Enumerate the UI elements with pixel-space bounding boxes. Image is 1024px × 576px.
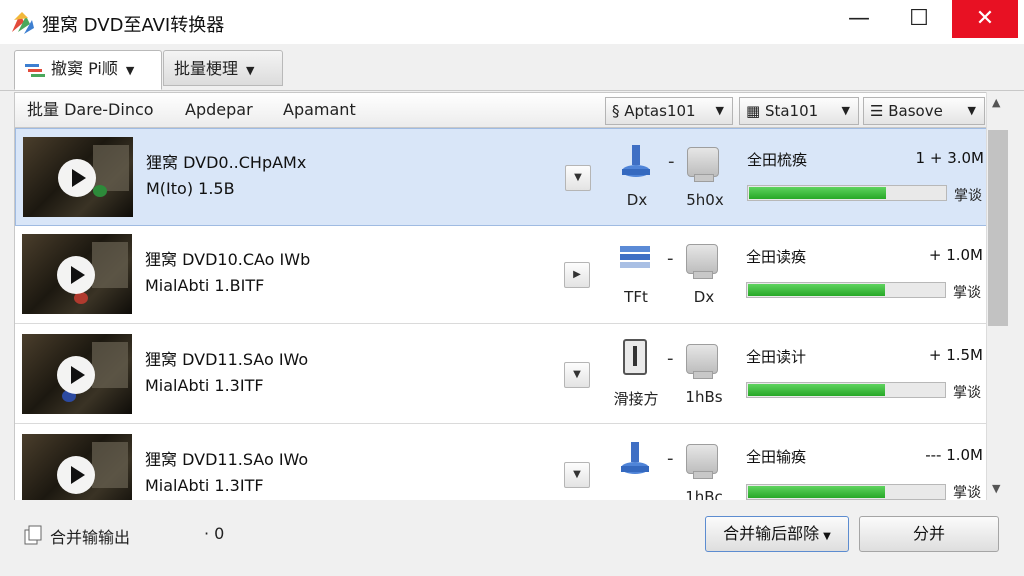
file-meta: MialAbti 1.BITF: [145, 276, 265, 295]
toolbar: 批量 Dare-Dinco Apdepar Apamant § Aptas101…: [14, 92, 1010, 128]
play-icon[interactable]: [58, 159, 96, 197]
progress-bar: [747, 185, 947, 201]
app-logo-icon: [12, 12, 34, 34]
import-icon: [25, 63, 45, 77]
tab-import[interactable]: 撤窦 Pi顺 ▼: [14, 50, 162, 90]
format-dropdown-value: Sta101: [764, 102, 819, 120]
video-thumbnail[interactable]: [22, 234, 132, 314]
profile-dropdown[interactable]: § Aptas101 ▼: [605, 97, 733, 125]
progress-bar: [746, 382, 946, 398]
tab-batch[interactable]: 批量梗理 ▼: [163, 50, 283, 86]
list-item[interactable]: 狸窝 DVD11.SAo IWo MialAbti 1.3ITF ▼ - 1hB…: [15, 426, 987, 500]
arrow-separator: -: [667, 448, 674, 469]
expand-button[interactable]: ▼: [564, 362, 590, 388]
striped-drive-icon: [620, 246, 650, 268]
split-button[interactable]: 分并: [859, 516, 999, 552]
merge-output-button-label: 合并输后部除: [723, 524, 820, 543]
grid-icon: ▦: [746, 102, 765, 120]
list-item[interactable]: 狸窝 DVD11.SAo IWo MialAbti 1.3ITF ▼ - 滑接方…: [15, 326, 987, 424]
list-item[interactable]: 狸窝 DVD0..CHpAMx M(Ito) 1.5B ▼ - Dx 5h0x …: [15, 128, 987, 226]
video-thumbnail[interactable]: [23, 137, 133, 217]
merge-output-label: 合并输输出: [50, 528, 131, 547]
destination-label: 5h0x: [686, 191, 724, 209]
phone-device-icon: [623, 339, 647, 375]
file-size: 1 + 3.0M: [915, 149, 984, 167]
merge-count: · 0: [204, 524, 225, 543]
output-device-icon: [687, 147, 719, 182]
expand-button[interactable]: ▼: [565, 165, 591, 191]
tab-import-label: 撤窦 Pi顺: [51, 59, 118, 78]
destination-label: Dx: [693, 288, 715, 306]
profile-dropdown-value: § Aptas101: [612, 102, 696, 120]
toolbar-apdepar-item[interactable]: Apdepar: [185, 93, 253, 127]
output-device-icon: [686, 244, 718, 279]
source-label: 滑接方: [613, 390, 659, 408]
file-list: 狸窝 DVD0..CHpAMx M(Ito) 1.5B ▼ - Dx 5h0x …: [14, 128, 987, 500]
file-size: + 1.5M: [928, 346, 983, 364]
chevron-down-icon: ▼: [246, 64, 255, 77]
stat-label: 掌谈: [953, 385, 981, 401]
title-bar: 狸窝 DVD至AVI转换器 — ☐ ✕: [0, 0, 1024, 44]
arrow-separator: -: [667, 348, 674, 369]
play-icon[interactable]: [57, 256, 95, 294]
stat-label: 掌谈: [953, 285, 981, 301]
maximize-button[interactable]: ☐: [896, 0, 942, 38]
file-size: + 1.0M: [928, 246, 983, 264]
file-name: 狸窝 DVD11.SAo IWo: [145, 350, 309, 369]
tab-bar: 撤窦 Pi顺 ▼ 批量梗理 ▼: [0, 44, 1024, 91]
expand-button[interactable]: ▶: [564, 262, 590, 288]
arrow-separator: -: [667, 248, 674, 269]
list-item[interactable]: 狸窝 DVD10.CAo IWb MialAbti 1.BITF ▶ - TFt…: [15, 226, 987, 324]
stat-label: 掌谈: [954, 188, 982, 204]
video-thumbnail[interactable]: [22, 334, 132, 414]
output-device-icon: [686, 444, 718, 479]
chevron-down-icon: ▼: [967, 104, 976, 117]
blue-drive-icon: [622, 145, 650, 177]
merge-file-icon[interactable]: [22, 524, 44, 546]
toolbar-batch-item[interactable]: 批量 Dare-Dinco: [27, 93, 154, 127]
file-meta: MialAbti 1.3ITF: [145, 476, 264, 495]
arrow-separator: -: [668, 151, 675, 172]
chevron-down-icon: ▼: [841, 104, 850, 117]
status-text: 全田输痪: [746, 448, 807, 466]
list-icon: ☰: [870, 102, 889, 120]
quality-dropdown-value: Basove: [888, 102, 943, 120]
window-title: 狸窝 DVD至AVI转换器: [42, 15, 225, 36]
chevron-down-icon: ▼: [823, 531, 831, 542]
scroll-up-icon[interactable]: ▲: [992, 96, 1000, 109]
expand-button[interactable]: ▼: [564, 462, 590, 488]
play-icon[interactable]: [57, 356, 95, 394]
status-text: 全田读计: [746, 348, 807, 366]
chevron-down-icon: ▼: [715, 104, 724, 117]
scrollbar-thumb[interactable]: [988, 130, 1008, 326]
close-button[interactable]: ✕: [952, 0, 1018, 38]
file-name: 狸窝 DVD11.SAo IWo: [145, 450, 309, 469]
destination-label: 1hBc: [685, 488, 723, 500]
output-device-icon: [686, 344, 718, 379]
format-dropdown[interactable]: ▦ Sta101 ▼: [739, 97, 859, 125]
source-label: Dx: [626, 191, 648, 209]
file-name: 狸窝 DVD10.CAo IWb: [145, 250, 311, 269]
progress-bar: [746, 282, 946, 298]
merge-output-button[interactable]: 合并输后部除 ▼: [705, 516, 849, 552]
file-name: 狸窝 DVD0..CHpAMx: [146, 153, 307, 172]
video-thumbnail[interactable]: [22, 434, 132, 500]
stat-label: 掌谈: [953, 485, 981, 500]
quality-dropdown[interactable]: ☰ Basove ▼: [863, 97, 985, 125]
status-text: 全田读痪: [746, 248, 807, 266]
source-label: TFt: [624, 288, 648, 306]
status-text: 全田梳痪: [747, 151, 808, 169]
play-icon[interactable]: [57, 456, 95, 494]
file-size: --- 1.0M: [925, 446, 983, 464]
scroll-down-icon[interactable]: ▼: [992, 482, 1000, 495]
toolbar-apamant-item[interactable]: Apamant: [283, 93, 356, 127]
tab-batch-label: 批量梗理: [174, 59, 239, 78]
progress-bar: [746, 484, 946, 500]
file-meta: MialAbti 1.3ITF: [145, 376, 264, 395]
blue-drive-icon: [621, 442, 649, 474]
destination-label: 1hBs: [685, 388, 723, 406]
chevron-down-icon: ▼: [125, 64, 135, 77]
minimize-button[interactable]: —: [836, 0, 882, 38]
file-meta: M(Ito) 1.5B: [146, 179, 235, 198]
